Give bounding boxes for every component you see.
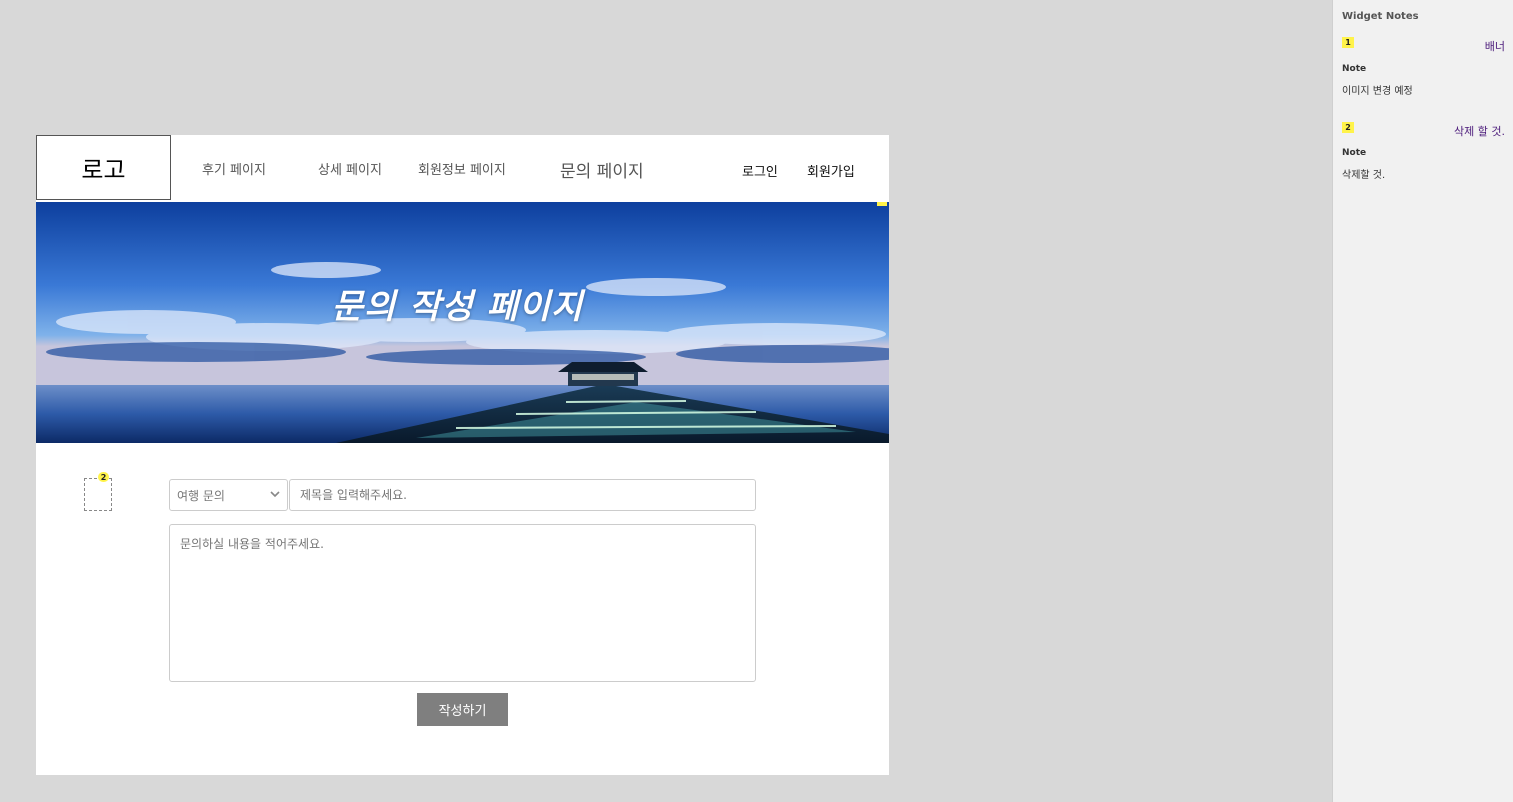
signup-link[interactable]: 회원가입 bbox=[807, 161, 855, 180]
nav-link-inquiry[interactable]: 문의 페이지 bbox=[560, 157, 644, 182]
note-text-1: 이미지 변경 예정 bbox=[1342, 86, 1413, 97]
note-label-1: Note bbox=[1342, 64, 1367, 74]
nav-link-reviews[interactable]: 후기 페이지 bbox=[202, 159, 266, 178]
banner: 문의 작성 페이지 bbox=[36, 202, 889, 443]
submit-button[interactable]: 작성하기 bbox=[417, 693, 508, 726]
note-name-2[interactable]: 삭제 할 것. bbox=[1454, 123, 1505, 139]
banner-title: 문의 작성 페이지 bbox=[331, 287, 584, 327]
note-badge-2: 2 bbox=[1342, 122, 1354, 133]
login-link[interactable]: 로그인 bbox=[742, 161, 778, 180]
category-select-value: 여행 문의 bbox=[177, 488, 225, 503]
note-badge-1: 1 bbox=[1342, 37, 1354, 48]
nav-link-detail[interactable]: 상세 페이지 bbox=[318, 159, 382, 178]
nav-link-member-info[interactable]: 회원정보 페이지 bbox=[418, 159, 506, 178]
chevron-down-icon bbox=[270, 491, 280, 498]
category-select[interactable]: 여행 문의 bbox=[169, 479, 288, 511]
note-marker-2: 2 bbox=[98, 472, 109, 482]
page-canvas: 로고 후기 페이지 상세 페이지 회원정보 페이지 문의 페이지 로그인 회원가… bbox=[36, 135, 889, 775]
placeholder-widget[interactable]: 2 bbox=[84, 472, 112, 511]
note-name-1[interactable]: 배너 bbox=[1485, 38, 1505, 54]
title-input[interactable] bbox=[289, 479, 756, 511]
note-text-2: 삭제할 것. bbox=[1342, 170, 1386, 181]
content-textarea[interactable] bbox=[169, 524, 756, 682]
note-label-2: Note bbox=[1342, 148, 1367, 158]
widget-notes-panel: Widget Notes 1 배너 Note 이미지 변경 예정 2 삭제 할 … bbox=[1332, 0, 1513, 802]
notes-header: Widget Notes bbox=[1342, 11, 1419, 22]
note-marker-1 bbox=[877, 202, 887, 206]
logo[interactable]: 로고 bbox=[36, 135, 171, 200]
